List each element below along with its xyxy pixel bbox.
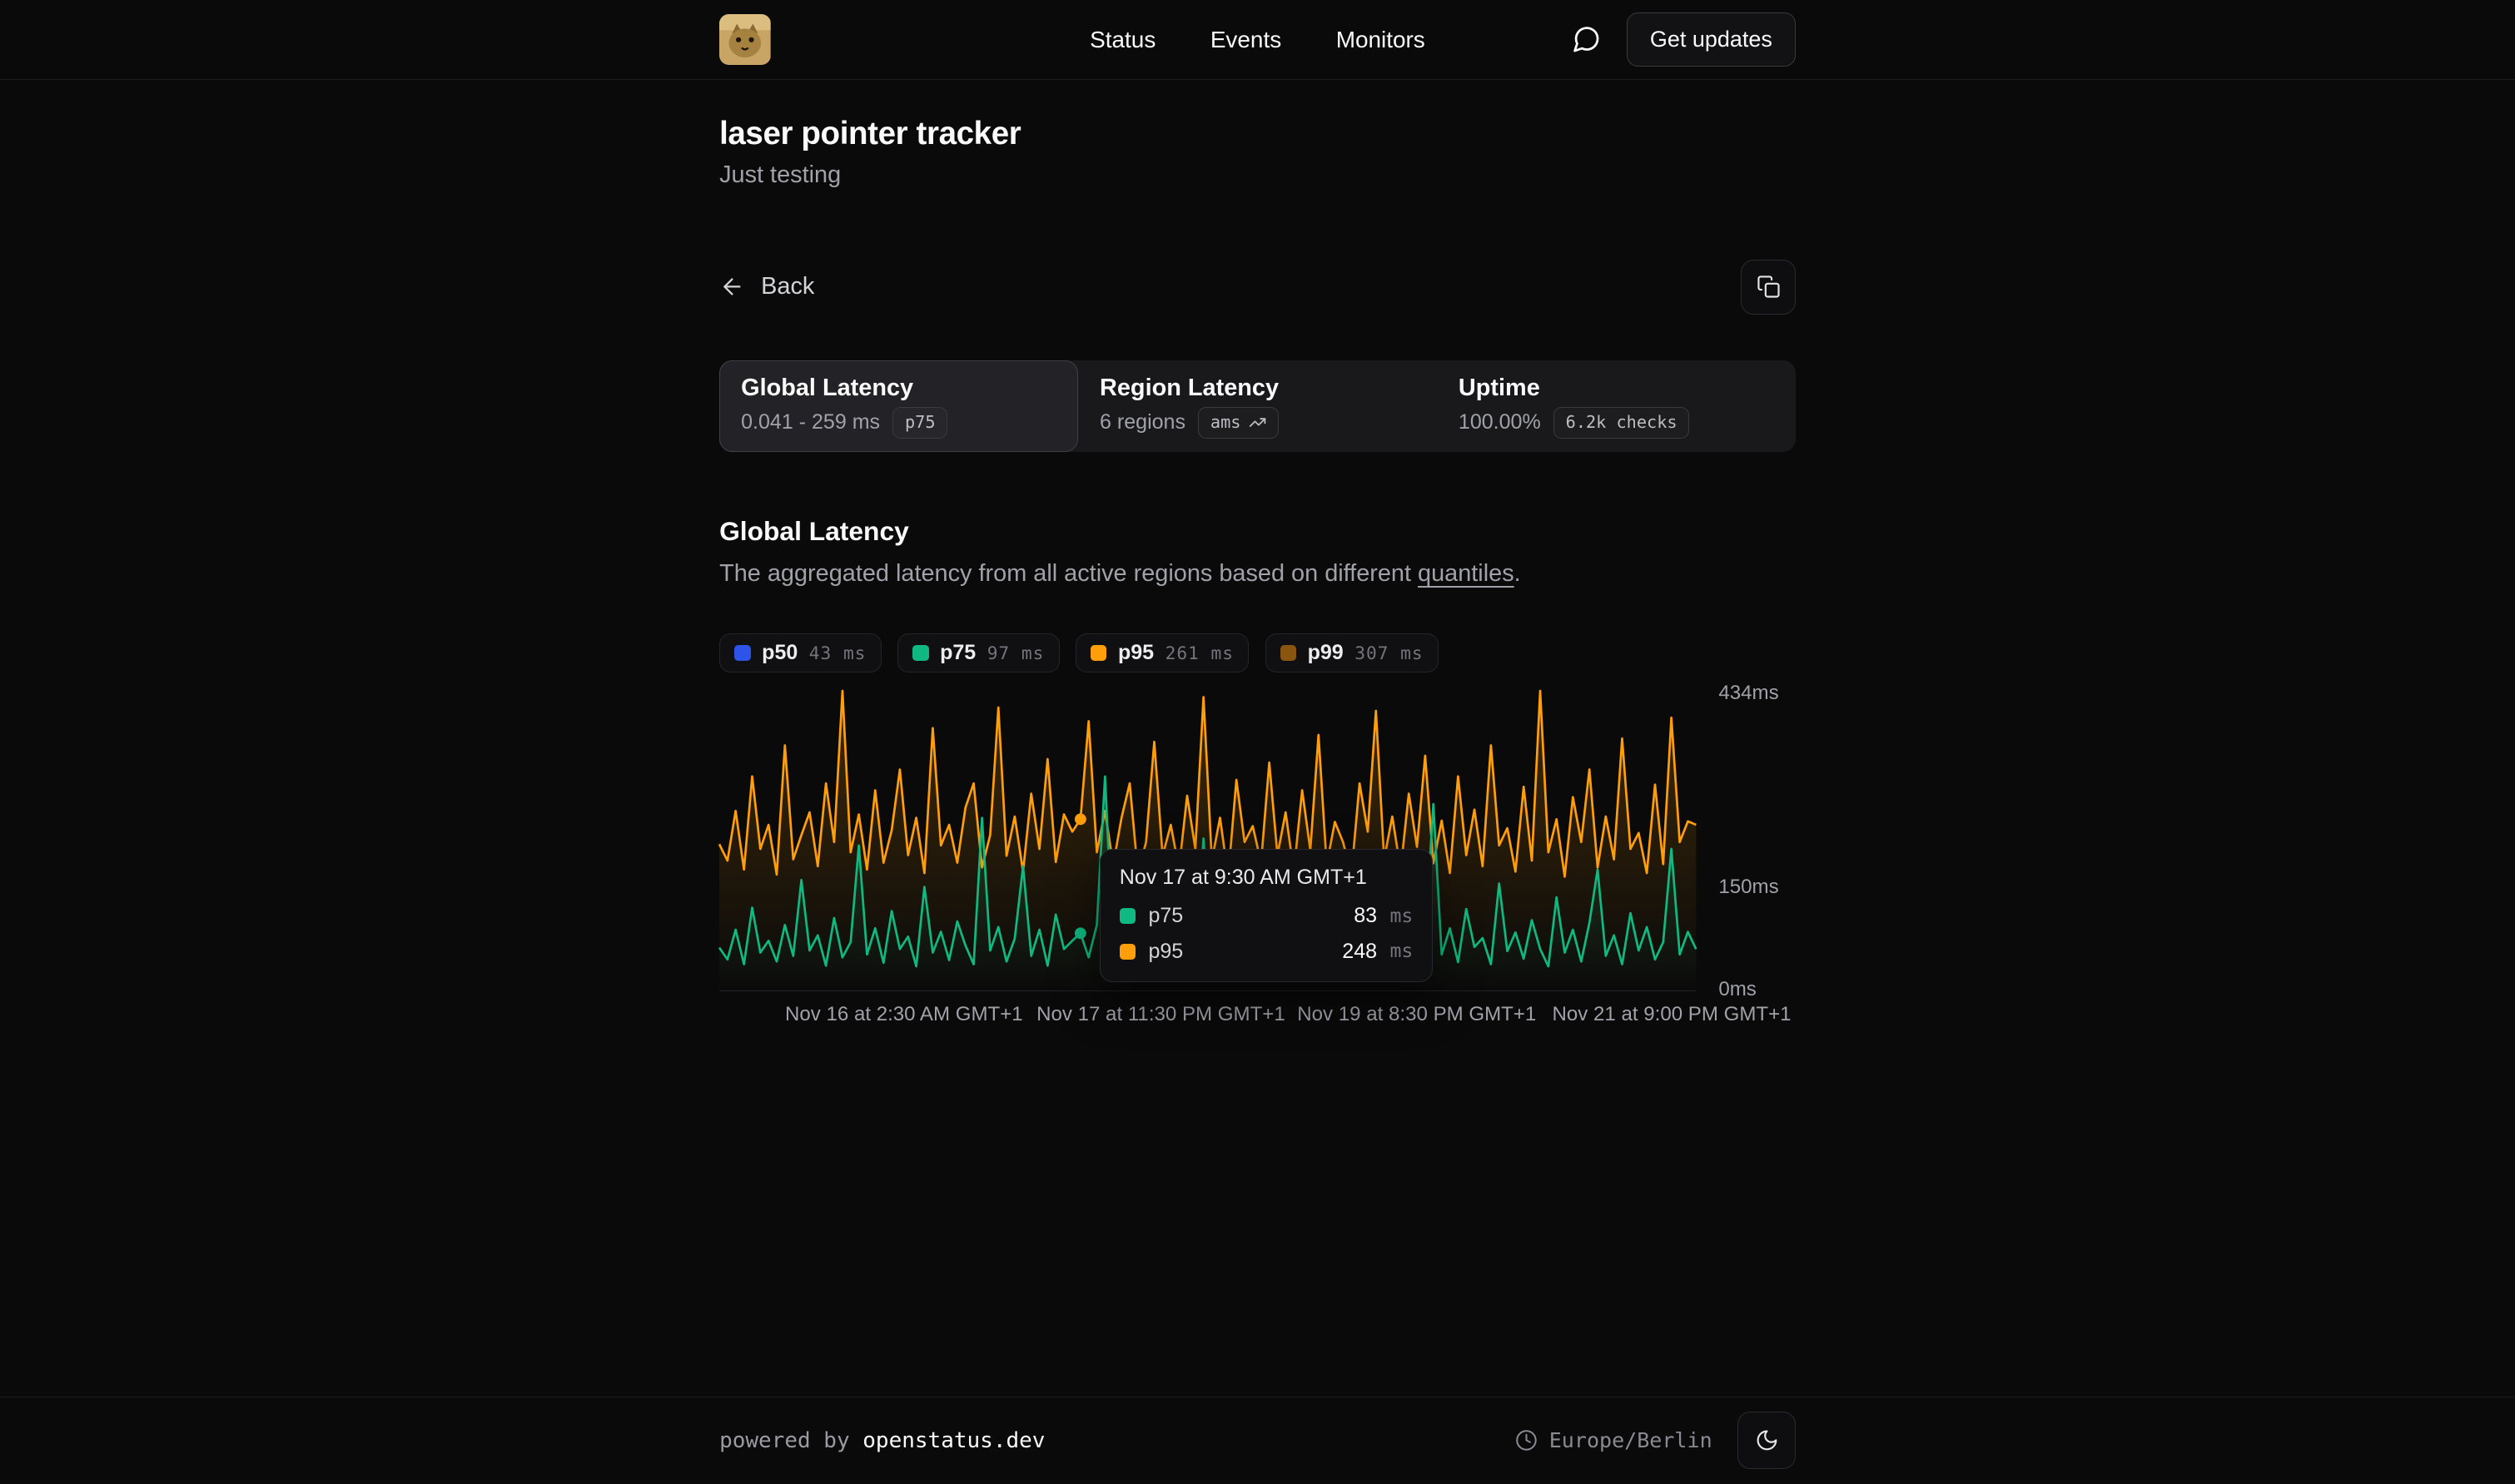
tab-uptime-title: Uptime — [1459, 375, 1774, 402]
checks-badge: 6.2k checks — [1553, 407, 1689, 439]
nav-monitors[interactable]: Monitors — [1336, 27, 1425, 53]
tab-global-latency-title: Global Latency — [741, 375, 1056, 402]
latency-chart-plot[interactable]: Nov 17 at 9:30 AM GMT+1 p75 83 ms p95 24… — [719, 687, 1696, 991]
chart-legend: p50 43 ms p75 97 ms p95 261 ms p99 307 m… — [719, 633, 1796, 672]
legend-chip-p50[interactable]: p50 43 ms — [719, 633, 882, 672]
copy-button[interactable] — [1741, 260, 1796, 315]
tab-uptime[interactable]: Uptime 100.00% 6.2k checks — [1437, 360, 1796, 452]
y-tick: 150ms — [1718, 876, 1778, 899]
y-tick: 0ms — [1718, 978, 1757, 1001]
p99-color-swatch — [1280, 645, 1296, 661]
top-nav: Status Events Monitors Get updates — [0, 0, 2515, 80]
legend-chip-p99[interactable]: p99 307 ms — [1265, 633, 1439, 672]
page-subtitle: Just testing — [719, 161, 1796, 189]
powered-by: powered by openstatus.dev — [719, 1428, 1045, 1453]
clock-icon — [1515, 1429, 1538, 1452]
back-link[interactable]: Back — [719, 273, 814, 300]
feedback-button[interactable] — [1571, 24, 1602, 55]
tab-region-latency[interactable]: Region Latency 6 regions ams — [1078, 360, 1437, 452]
tooltip-row-p95: p95 248 ms — [1120, 940, 1414, 964]
tooltip-row-p75: p75 83 ms — [1120, 904, 1414, 928]
tab-region-latency-title: Region Latency — [1100, 375, 1415, 402]
p95-color-swatch — [1091, 645, 1106, 661]
latency-chart: Nov 17 at 9:30 AM GMT+1 p75 83 ms p95 24… — [719, 687, 1796, 1031]
theme-toggle-button[interactable] — [1737, 1412, 1795, 1469]
tab-uptime-value: 100.00% — [1459, 410, 1541, 434]
tab-global-latency-value: 0.041 - 259 ms — [741, 410, 880, 434]
nav-events[interactable]: Events — [1210, 27, 1281, 53]
openstatus-link[interactable]: openstatus.dev — [862, 1428, 1045, 1453]
x-tick: Nov 17 at 11:30 PM GMT+1 — [1036, 1003, 1285, 1026]
cat-logo-image — [719, 14, 771, 66]
get-updates-button[interactable]: Get updates — [1627, 12, 1796, 67]
timezone-display: Europe/Berlin — [1515, 1428, 1712, 1452]
p75-badge: p75 — [892, 407, 947, 439]
region-badge: ams — [1198, 407, 1278, 439]
trending-up-icon — [1249, 414, 1266, 431]
arrow-left-icon — [719, 274, 745, 300]
page-footer: powered by openstatus.dev Europe/Berlin — [0, 1397, 2515, 1483]
copy-icon — [1757, 275, 1781, 299]
legend-chip-p95[interactable]: p95 261 ms — [1076, 633, 1249, 672]
tab-global-latency[interactable]: Global Latency 0.041 - 259 ms p75 — [719, 360, 1078, 452]
legend-chip-p75[interactable]: p75 97 ms — [897, 633, 1060, 672]
p75-color-swatch — [912, 645, 928, 661]
metric-tabs: Global Latency 0.041 - 259 ms p75 Region… — [719, 360, 1796, 452]
y-tick: 434ms — [1718, 682, 1778, 705]
message-bubble-icon — [1571, 24, 1602, 55]
page-title: laser pointer tracker — [719, 116, 1796, 152]
main-content: laser pointer tracker Just testing Back … — [719, 80, 1796, 1397]
status-page: Status Events Monitors Get updates laser… — [0, 0, 2515, 1483]
section-title: Global Latency — [719, 516, 1796, 547]
y-axis: 434ms 150ms 0ms — [1696, 687, 1795, 1031]
moon-icon — [1755, 1428, 1779, 1452]
quantiles-link[interactable]: quantiles — [1418, 560, 1514, 587]
main-nav: Status Events Monitors — [1090, 27, 1425, 53]
section-description: The aggregated latency from all active r… — [719, 560, 1796, 588]
site-logo[interactable] — [719, 14, 771, 66]
x-axis: Nov 16 at 2:30 AM GMT+1 Nov 17 at 11:30 … — [719, 1003, 1696, 1032]
p50-color-swatch — [734, 645, 750, 661]
x-tick: Nov 19 at 8:30 PM GMT+1 — [1297, 1003, 1536, 1026]
tooltip-timestamp: Nov 17 at 9:30 AM GMT+1 — [1120, 866, 1414, 890]
tooltip-p75-swatch — [1120, 908, 1136, 924]
nav-status[interactable]: Status — [1090, 27, 1156, 53]
tab-region-latency-value: 6 regions — [1100, 410, 1185, 434]
x-tick: Nov 16 at 2:30 AM GMT+1 — [785, 1003, 1023, 1026]
tooltip-p95-swatch — [1120, 944, 1136, 960]
back-label: Back — [761, 273, 814, 300]
chart-tooltip: Nov 17 at 9:30 AM GMT+1 p75 83 ms p95 24… — [1100, 849, 1434, 982]
